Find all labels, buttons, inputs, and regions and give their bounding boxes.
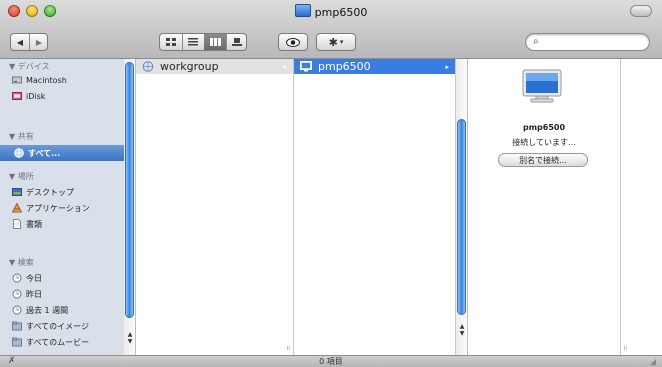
sidebar: ▼ デバイス Macintosh iDisk ▼ 共有 すべて... ▼ 場所 … [0, 59, 125, 355]
applications-icon [12, 203, 22, 213]
documents-icon [13, 219, 21, 229]
sidebar-scrollbar[interactable]: ▲ ▼ [124, 59, 136, 355]
preview-pane: pmp6500 接続しています... 別名で接続... [468, 59, 620, 355]
disclosure-icon: ▸ [445, 62, 449, 71]
smart-folder-icon [12, 321, 22, 331]
column-resize-handle[interactable]: ॥ [623, 344, 627, 353]
preview-name: pmp6500 [522, 123, 566, 132]
sidebar-header-places[interactable]: ▼ 場所 [9, 171, 34, 182]
sidebar-item-past-week[interactable]: 過去 1 週間 [12, 303, 122, 317]
clock-icon [12, 273, 22, 283]
empty-column: ॥ [620, 59, 662, 355]
title-bar: pmp6500 ◀ ▶ ✱ ▾ ⌕ [0, 0, 662, 59]
network-icon [142, 61, 154, 72]
chevron-down-icon: ▾ [339, 38, 344, 46]
window-title: pmp6500 [0, 4, 662, 19]
list-view-icon [188, 38, 198, 46]
sidebar-item-documents[interactable]: 書類 [12, 217, 122, 231]
sidebar-item-desktop[interactable]: デスクトップ [12, 185, 122, 199]
status-bar: ✗ 0 項目 ◢ [0, 355, 662, 367]
sidebar-item-all-shared[interactable]: すべて... [0, 145, 124, 161]
connect-as-button[interactable]: 別名で接続... [498, 153, 588, 167]
sidebar-item-all-images[interactable]: すべてのイメージ [12, 319, 122, 333]
sidebar-header-devices[interactable]: ▼ デバイス [9, 61, 49, 72]
monitor-icon [522, 69, 562, 103]
search-input[interactable] [546, 35, 645, 50]
desktop-icon [12, 188, 22, 196]
sidebar-item-applications[interactable]: アプリケーション [12, 201, 122, 215]
column-view-icon [209, 38, 221, 46]
icon-view-button[interactable] [160, 34, 182, 50]
coverflow-icon [231, 38, 242, 46]
scroll-arrows[interactable]: ▲ ▼ [457, 323, 467, 337]
column-2-scroll-thumb[interactable] [457, 119, 466, 315]
column-2: pmp6500 ▸ [294, 59, 456, 355]
toolbar-toggle-button[interactable] [630, 5, 652, 17]
clock-icon [12, 289, 22, 299]
action-button[interactable]: ✱ ▾ [316, 33, 356, 51]
sidebar-header-shared[interactable]: ▼ 共有 [9, 131, 34, 142]
quicklook-button[interactable] [278, 33, 308, 51]
coverflow-view-button[interactable] [226, 34, 247, 50]
clock-icon [12, 305, 22, 315]
sidebar-header-search[interactable]: ▼ 検索 [9, 257, 34, 268]
forward-button[interactable]: ▶ [30, 38, 48, 47]
scroll-arrows[interactable]: ▲ ▼ [125, 331, 135, 345]
connection-status: 接続しています... [512, 138, 576, 147]
eye-icon [286, 37, 300, 47]
network-icon [14, 148, 24, 158]
search-icon: ⌕ [533, 36, 539, 47]
search-field[interactable]: ⌕ [525, 33, 650, 51]
view-switcher [159, 33, 247, 51]
column-resize-handle[interactable]: ॥ [286, 344, 290, 353]
column-row-workgroup[interactable]: workgroup ▸ [136, 59, 293, 74]
sidebar-item-today[interactable]: 今日 [12, 271, 122, 285]
column-view-button[interactable] [204, 34, 226, 50]
resize-grip-icon[interactable]: ◢ [650, 357, 656, 367]
sidebar-scroll-thumb[interactable] [125, 62, 134, 318]
sidebar-item-yesterday[interactable]: 昨日 [12, 287, 122, 301]
column-2-scrollbar[interactable]: ▲ ▼ [456, 59, 468, 355]
back-button[interactable]: ◀ [11, 38, 29, 47]
list-view-button[interactable] [182, 34, 204, 50]
column-row-pmp6500[interactable]: pmp6500 ▸ [294, 59, 455, 74]
idisk-icon [12, 92, 22, 100]
computer-icon [300, 61, 312, 72]
sidebar-item-idisk[interactable]: iDisk [12, 89, 122, 103]
item-count: 0 項目 [319, 357, 343, 366]
hard-drive-icon [12, 76, 22, 84]
sidebar-item-macintosh[interactable]: Macintosh [12, 73, 122, 87]
smart-folder-icon [12, 337, 22, 347]
sidebar-item-all-movies[interactable]: すべてのムービー [12, 335, 122, 349]
gear-icon: ✱ [328, 35, 338, 49]
disclosure-icon: ▸ [283, 62, 287, 71]
computer-icon [294, 4, 311, 17]
nav-segment: ◀ ▶ [10, 33, 48, 51]
icon-view-icon [166, 38, 176, 46]
column-1: workgroup ▸ ॥ [136, 59, 294, 355]
